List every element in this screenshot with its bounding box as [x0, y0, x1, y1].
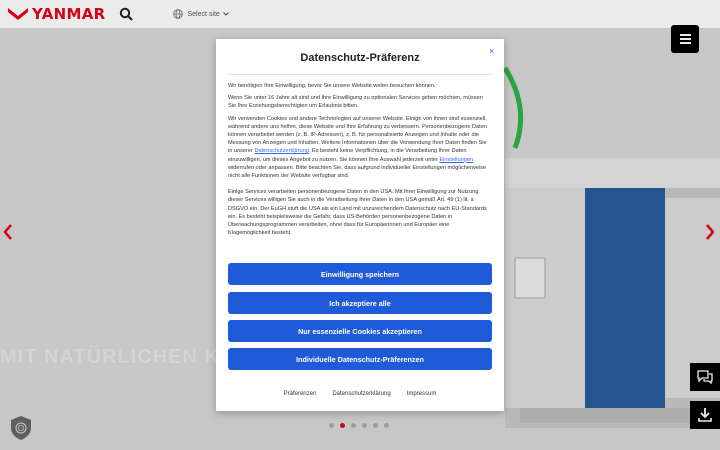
imprint-link[interactable]: Impressum	[407, 391, 437, 397]
dialog-body[interactable]: Wir benötigen Ihre Einwilligung, bevor S…	[228, 82, 492, 287]
individual-preferences-button[interactable]: Individuelle Datenschutz-Präferenzen	[228, 348, 492, 370]
settings-link[interactable]: Einstellungen	[439, 157, 473, 163]
save-consent-button[interactable]: Einwilligung speichern	[228, 263, 492, 285]
dialog-title: Datenschutz-Präferenz	[300, 52, 420, 64]
consent-text-cookies-part3: widerrufen oder anpassen. Bitte beachten…	[228, 164, 487, 180]
consent-text-cookies: Wir verwenden Cookies und andere Technol…	[228, 115, 492, 181]
essential-only-button[interactable]: Nur essenzielle Cookies akzeptieren	[228, 320, 492, 342]
consent-text-intro: Wir benötigen Ihre Einwilligung, bevor S…	[228, 83, 436, 89]
divider	[228, 74, 492, 75]
close-icon[interactable]: ×	[489, 46, 494, 56]
dialog-footer: Präferenzen Datenschutzerklärung Impress…	[216, 391, 504, 397]
consent-text-age: Wenn Sie unter 16 Jahre alt sind und Ihr…	[228, 95, 483, 110]
consent-text-usa: Einige Services verarbeiten personenbezo…	[228, 189, 487, 237]
privacy-consent-dialog: Datenschutz-Präferenz × Wir benötigen Ih…	[216, 39, 504, 411]
privacy-policy-footer-link[interactable]: Datenschutzerklärung	[332, 391, 390, 397]
preferences-link[interactable]: Präferenzen	[284, 391, 317, 397]
accept-all-button[interactable]: Ich akzeptiere alle	[228, 292, 492, 314]
privacy-policy-link[interactable]: Datenschutzerklärung	[254, 148, 308, 154]
